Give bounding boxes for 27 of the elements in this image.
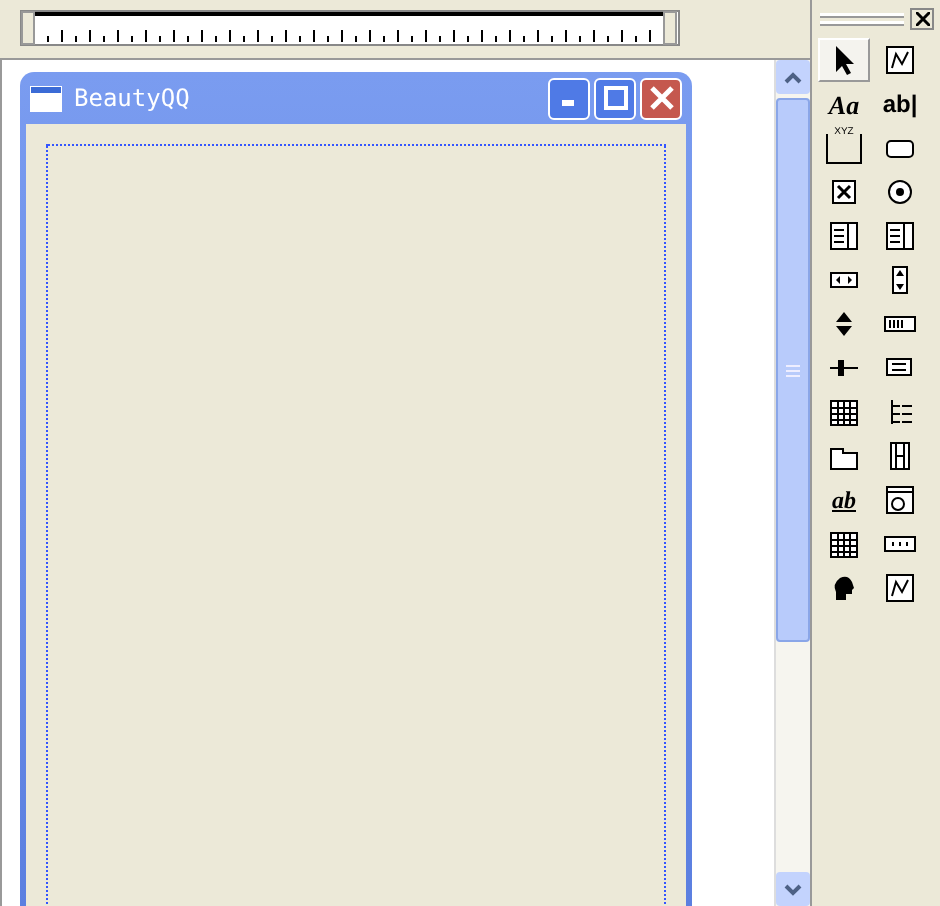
window-icon <box>30 85 62 111</box>
chevron-up-icon <box>784 71 802 83</box>
maximize-icon <box>603 86 627 110</box>
grip-icon <box>786 363 800 377</box>
film-strip-icon <box>884 440 916 472</box>
richtext-tool[interactable]: ab <box>818 478 870 522</box>
chevron-down-icon <box>784 883 802 895</box>
vertical-scrollbar[interactable] <box>774 60 810 906</box>
label-tool[interactable]: Aa <box>818 82 870 126</box>
grip-icon <box>820 12 904 26</box>
image-icon <box>884 572 916 604</box>
textbox-tool[interactable]: ab| <box>874 82 926 126</box>
x-square-icon <box>828 176 860 208</box>
grid-icon <box>828 528 860 560</box>
close-icon <box>915 12 929 26</box>
combo-box-icon <box>828 220 860 252</box>
window-title: BeautyQQ <box>74 84 192 112</box>
close-button[interactable] <box>910 8 934 30</box>
close-icon <box>649 86 673 110</box>
browser-window-icon <box>884 484 916 516</box>
pointer-tool[interactable] <box>818 38 870 82</box>
picture-icon <box>884 44 916 76</box>
maximize-button[interactable] <box>594 77 636 119</box>
minimize-button[interactable] <box>548 77 590 119</box>
dot-circle-icon <box>884 176 916 208</box>
list-box-icon <box>884 220 916 252</box>
calendar-icon <box>828 396 860 428</box>
